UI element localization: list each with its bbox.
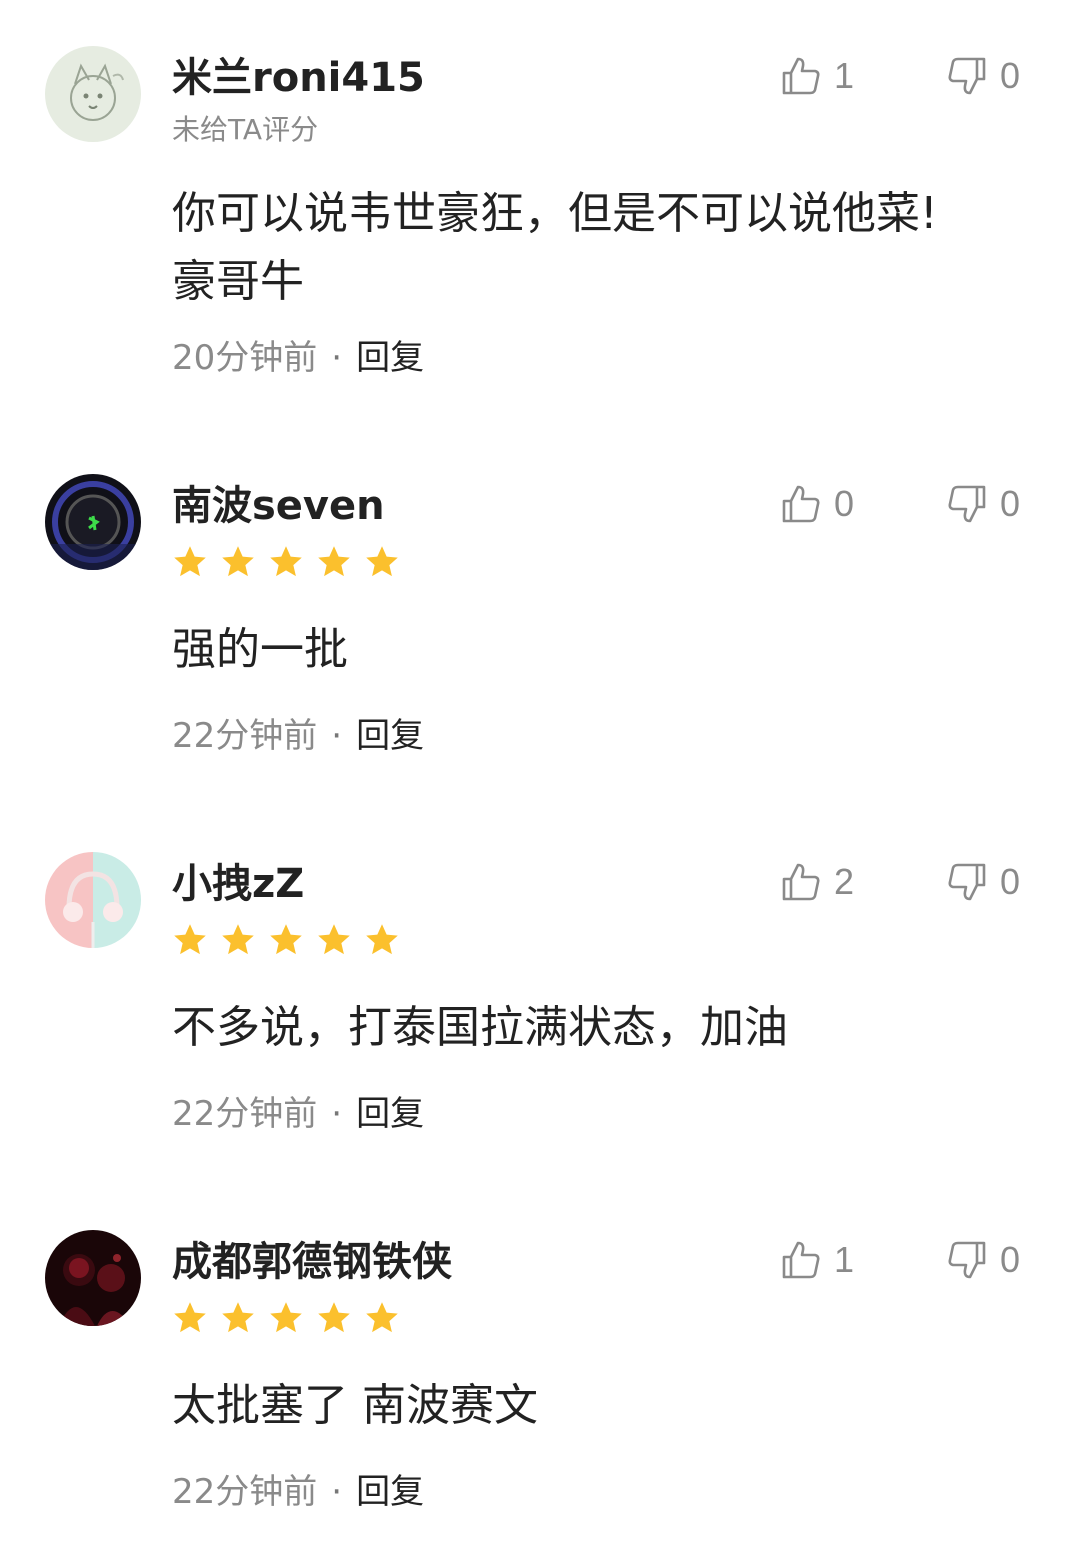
comment-item: 成都郭德钢铁侠 太批塞了 南波赛文 22分钟前 · 回复 1 0 [0, 1230, 1080, 1530]
dislike-button[interactable]: 0 [946, 1238, 1020, 1282]
comment-content: 你可以说韦世豪狂，但是不可以说他菜! 豪哥牛 [172, 180, 1032, 316]
comment-meta: 20分钟前 · 回复 [172, 336, 424, 380]
like-button[interactable]: 1 [780, 54, 854, 98]
separator-dot: · [331, 338, 343, 378]
star-icon [318, 1302, 350, 1333]
star-icon [318, 924, 350, 955]
avatar[interactable] [45, 46, 141, 142]
like-count: 0 [834, 483, 855, 524]
like-count: 1 [834, 1239, 855, 1280]
sketch-fox-avatar-icon [45, 46, 141, 142]
timestamp: 20分钟前 [172, 338, 318, 378]
dislike-count: 0 [1000, 55, 1021, 96]
username[interactable]: 成都郭德钢铁侠 [172, 1236, 452, 1288]
star-icon [222, 924, 254, 955]
comment-line: 不多说，打泰国拉满状态，加油 [172, 1002, 788, 1053]
star-rating [172, 1300, 412, 1340]
username[interactable]: 小拽zZ [172, 858, 304, 910]
headphones-dark-avatar-icon [45, 474, 141, 570]
reply-button[interactable]: 回复 [356, 1094, 424, 1134]
star-icon [366, 924, 398, 955]
star-icon [222, 546, 254, 577]
thumbs-up-icon [782, 863, 820, 901]
like-button[interactable]: 1 [780, 1238, 854, 1282]
comment-content: 不多说，打泰国拉满状态，加油 [172, 994, 1032, 1062]
star-icon [270, 1302, 302, 1333]
dislike-button[interactable]: 0 [946, 482, 1020, 526]
thumbs-up-icon [782, 57, 820, 95]
headphones-pastel-avatar-icon [45, 852, 141, 948]
dislike-button[interactable]: 0 [946, 54, 1020, 98]
star-icon [222, 1302, 254, 1333]
reply-button[interactable]: 回复 [356, 338, 424, 378]
thumbs-up-icon [782, 485, 820, 523]
comment-item: 南波seven 强的一批 22分钟前 · 回复 0 0 [0, 474, 1080, 774]
dislike-button[interactable]: 0 [946, 860, 1020, 904]
like-count: 2 [834, 861, 855, 902]
comment-meta: 22分钟前 · 回复 [172, 714, 424, 758]
comment-item: 小拽zZ 不多说，打泰国拉满状态，加油 22分钟前 · 回复 2 0 [0, 852, 1080, 1152]
comment-meta: 22分钟前 · 回复 [172, 1092, 424, 1136]
like-count: 1 [834, 55, 855, 96]
comment-line: 强的一批 [172, 624, 348, 675]
star-icon [174, 924, 206, 955]
comment-content: 强的一批 [172, 616, 1032, 684]
star-icon [318, 546, 350, 577]
timestamp: 22分钟前 [172, 1094, 318, 1134]
red-figure-avatar-icon [45, 1230, 141, 1326]
star-icon [366, 546, 398, 577]
star-icon [270, 924, 302, 955]
reply-button[interactable]: 回复 [356, 1472, 424, 1512]
dislike-count: 0 [1000, 483, 1021, 524]
separator-dot: · [331, 1094, 343, 1134]
avatar[interactable] [45, 1230, 141, 1326]
like-button[interactable]: 0 [780, 482, 854, 526]
like-button[interactable]: 2 [780, 860, 854, 904]
comment-meta: 22分钟前 · 回复 [172, 1470, 424, 1514]
comment-content: 太批塞了 南波赛文 [172, 1372, 1032, 1440]
avatar[interactable] [45, 474, 141, 570]
star-icon [366, 1302, 398, 1333]
thumbs-down-icon [948, 485, 986, 523]
avatar[interactable] [45, 852, 141, 948]
timestamp: 22分钟前 [172, 716, 318, 756]
separator-dot: · [331, 716, 343, 756]
timestamp: 22分钟前 [172, 1472, 318, 1512]
comment-item: 米兰roni415 未给TA评分 你可以说韦世豪狂，但是不可以说他菜! 豪哥牛 … [0, 46, 1080, 406]
dislike-count: 0 [1000, 861, 1021, 902]
comment-line: 你可以说韦世豪狂，但是不可以说他菜! [172, 188, 938, 239]
thumbs-down-icon [948, 1241, 986, 1279]
comment-line: 豪哥牛 [172, 256, 304, 307]
separator-dot: · [331, 1472, 343, 1512]
star-rating [172, 544, 412, 584]
comment-line: 太批塞了 南波赛文 [172, 1380, 538, 1431]
reply-button[interactable]: 回复 [356, 716, 424, 756]
thumbs-up-icon [782, 1241, 820, 1279]
star-icon [270, 546, 302, 577]
username[interactable]: 米兰roni415 [172, 52, 425, 104]
star-rating [172, 922, 412, 962]
dislike-count: 0 [1000, 1239, 1021, 1280]
username[interactable]: 南波seven [172, 480, 385, 532]
star-icon [174, 546, 206, 577]
thumbs-down-icon [948, 57, 986, 95]
rating-status: 未给TA评分 [172, 113, 319, 146]
thumbs-down-icon [948, 863, 986, 901]
star-icon [174, 1302, 206, 1333]
